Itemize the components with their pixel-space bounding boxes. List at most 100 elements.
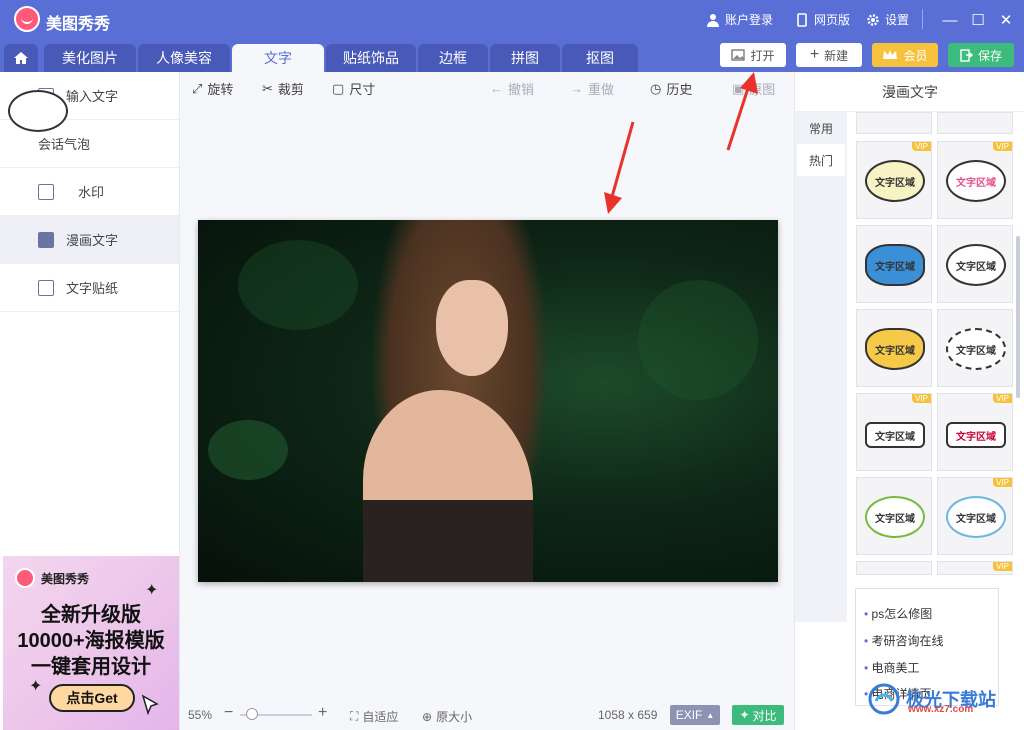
status-bar: 55% − + ⛶ 自适应 ⊕ 原大小 1058 x 659 EXIF ▲ ✦ 对比: [180, 700, 794, 730]
close-button[interactable]: ✕: [994, 8, 1018, 32]
recommend-link[interactable]: ps怎么修图: [864, 605, 933, 622]
sticker-thumb[interactable]: VIP 文字区域: [856, 393, 932, 471]
web-version-label: 网页版: [814, 13, 851, 27]
size-label: 尺寸: [349, 82, 376, 97]
sidebar-item-label: 会话气泡: [38, 137, 91, 152]
tab-border[interactable]: 边框: [418, 44, 488, 72]
minimize-button[interactable]: —: [938, 8, 962, 32]
compare-button[interactable]: ✦ 对比: [732, 705, 784, 725]
tab-bar: 美化图片 人像美容 文字 贴纸饰品 边框 拼图 抠图 打开 + 新建 会员 保存: [0, 40, 1024, 72]
sticker-thumb[interactable]: VIP 文字区域: [856, 141, 932, 219]
history-button[interactable]: ◷ 历史: [650, 79, 692, 98]
edited-photo[interactable]: [198, 220, 778, 582]
size-button[interactable]: ▢ 尺寸: [332, 79, 375, 98]
original-image-icon: ▣: [732, 80, 745, 96]
promo-get-button[interactable]: 点击Get: [49, 684, 135, 712]
watermark-logo-icon: [868, 683, 900, 715]
category-common[interactable]: 常用: [797, 112, 845, 144]
sparkle-icon: ✦: [145, 582, 159, 599]
crop-label: 裁剪: [277, 82, 304, 97]
fit-button[interactable]: ⛶ 自适应: [350, 708, 398, 725]
crown-icon: [883, 50, 898, 59]
maximize-button[interactable]: ☐: [966, 8, 990, 32]
home-tab[interactable]: [4, 44, 38, 72]
crop-button[interactable]: ✂ 裁剪: [262, 79, 304, 98]
tab-beautify[interactable]: 美化图片: [44, 44, 136, 72]
tab-collage[interactable]: 拼图: [490, 44, 560, 72]
sidebar-item-label: 漫画文字: [66, 233, 119, 248]
vip-badge: VIP: [993, 562, 1012, 571]
app-title: 美图秀秀: [46, 16, 111, 33]
sticker-bubble: 文字区域: [946, 160, 1006, 202]
titlebar-divider: [922, 9, 923, 29]
sidebar-item-label: 水印: [78, 185, 105, 200]
recommend-link[interactable]: 电商美工: [864, 659, 920, 676]
sticker-thumb[interactable]: VIP 文字区域: [937, 393, 1013, 471]
undo-arrow-icon: ←: [490, 81, 503, 96]
save-button[interactable]: 保存: [948, 43, 1014, 67]
sticker-thumb[interactable]: VIP 文字区域: [937, 477, 1013, 555]
sticker-thumb[interactable]: 文字区域: [937, 309, 1013, 387]
text-sticker-icon: [38, 279, 54, 296]
sticker-bubble: 文字区域: [946, 244, 1006, 286]
recommend-link[interactable]: 考研咨询在线: [864, 632, 944, 649]
sidebar-item-text-sticker[interactable]: 文字贴纸: [0, 264, 179, 312]
sticker-bubble: 文字区域: [946, 496, 1006, 538]
zoom-out-button[interactable]: −: [224, 704, 233, 722]
tab-cutout[interactable]: 抠图: [562, 44, 638, 72]
promo-banner[interactable]: 美图秀秀 ✦ 全新升级版 10000+海报模版 一键套用设计 ✦ 点击Get: [3, 556, 179, 730]
phone-icon: [797, 12, 807, 27]
sticker-bubble: 文字区域: [865, 496, 925, 538]
member-label: 会员: [903, 48, 928, 63]
vip-badge: VIP: [912, 142, 931, 151]
account-login-button[interactable]: 账户登录: [706, 11, 773, 28]
fit-label: 自适应: [362, 710, 399, 724]
category-column: [795, 112, 847, 622]
sticker-thumb[interactable]: 文字区域: [856, 225, 932, 303]
vip-badge: VIP: [993, 478, 1012, 487]
speech-bubble-icon: [8, 90, 68, 132]
sticker-thumb[interactable]: [856, 112, 932, 134]
zoom-slider-handle[interactable]: [246, 708, 258, 720]
exif-button[interactable]: EXIF ▲: [670, 705, 720, 725]
zoom-in-button[interactable]: +: [318, 704, 327, 722]
image-icon: [731, 49, 746, 61]
original-button[interactable]: ▣ 原图: [732, 79, 775, 98]
rotate-button[interactable]: ⤢ 旋转: [192, 79, 233, 98]
sticker-bubble: 文字区域: [865, 160, 925, 202]
fit-icon: ⛶: [350, 709, 359, 723]
tab-stickers[interactable]: 贴纸饰品: [326, 44, 416, 72]
rotate-label: 旋转: [207, 82, 234, 97]
settings-button[interactable]: 设置: [866, 11, 909, 28]
new-button[interactable]: + 新建: [796, 43, 862, 67]
undo-button[interactable]: ← 撤销: [490, 79, 534, 98]
sticker-thumb[interactable]: [937, 112, 1013, 134]
redo-arrow-icon: →: [570, 81, 583, 96]
web-version-button[interactable]: 网页版: [795, 11, 850, 28]
sidebar-item-comic-text[interactable]: 漫画文字: [0, 216, 179, 264]
sticker-thumb[interactable]: [856, 561, 932, 575]
sticker-thumb[interactable]: 文字区域: [856, 477, 932, 555]
sticker-thumb[interactable]: 文字区域: [937, 225, 1013, 303]
undo-label: 撤销: [508, 82, 535, 97]
original-size-button[interactable]: ⊕ 原大小: [422, 708, 472, 725]
panel-scrollbar[interactable]: [1016, 236, 1020, 398]
tab-text[interactable]: 文字: [232, 44, 324, 72]
sparkle-icon: ✦: [29, 678, 43, 695]
open-button[interactable]: 打开: [720, 43, 786, 67]
exif-label: EXIF: [675, 708, 703, 722]
watermark-icon: [38, 183, 54, 200]
clock-icon: ◷: [650, 80, 662, 96]
sticker-thumb[interactable]: 文字区域: [856, 309, 932, 387]
meitu-logo: [15, 568, 35, 588]
sticker-thumb[interactable]: VIP 文字区域: [937, 141, 1013, 219]
redo-button[interactable]: → 重做: [570, 79, 614, 98]
sidebar-item-watermark[interactable]: 水印: [0, 168, 179, 216]
sidebar-item-speech-bubble[interactable]: 会话气泡: [0, 90, 179, 168]
tab-portrait[interactable]: 人像美容: [138, 44, 230, 72]
title-bar: 美图秀秀 账户登录 网页版 设置 — ☐ ✕: [0, 0, 1024, 40]
sticker-thumb[interactable]: VIP: [937, 561, 1013, 575]
cursor-icon: [141, 694, 159, 716]
member-button[interactable]: 会员: [872, 43, 938, 67]
category-hot[interactable]: 热门: [797, 144, 845, 176]
